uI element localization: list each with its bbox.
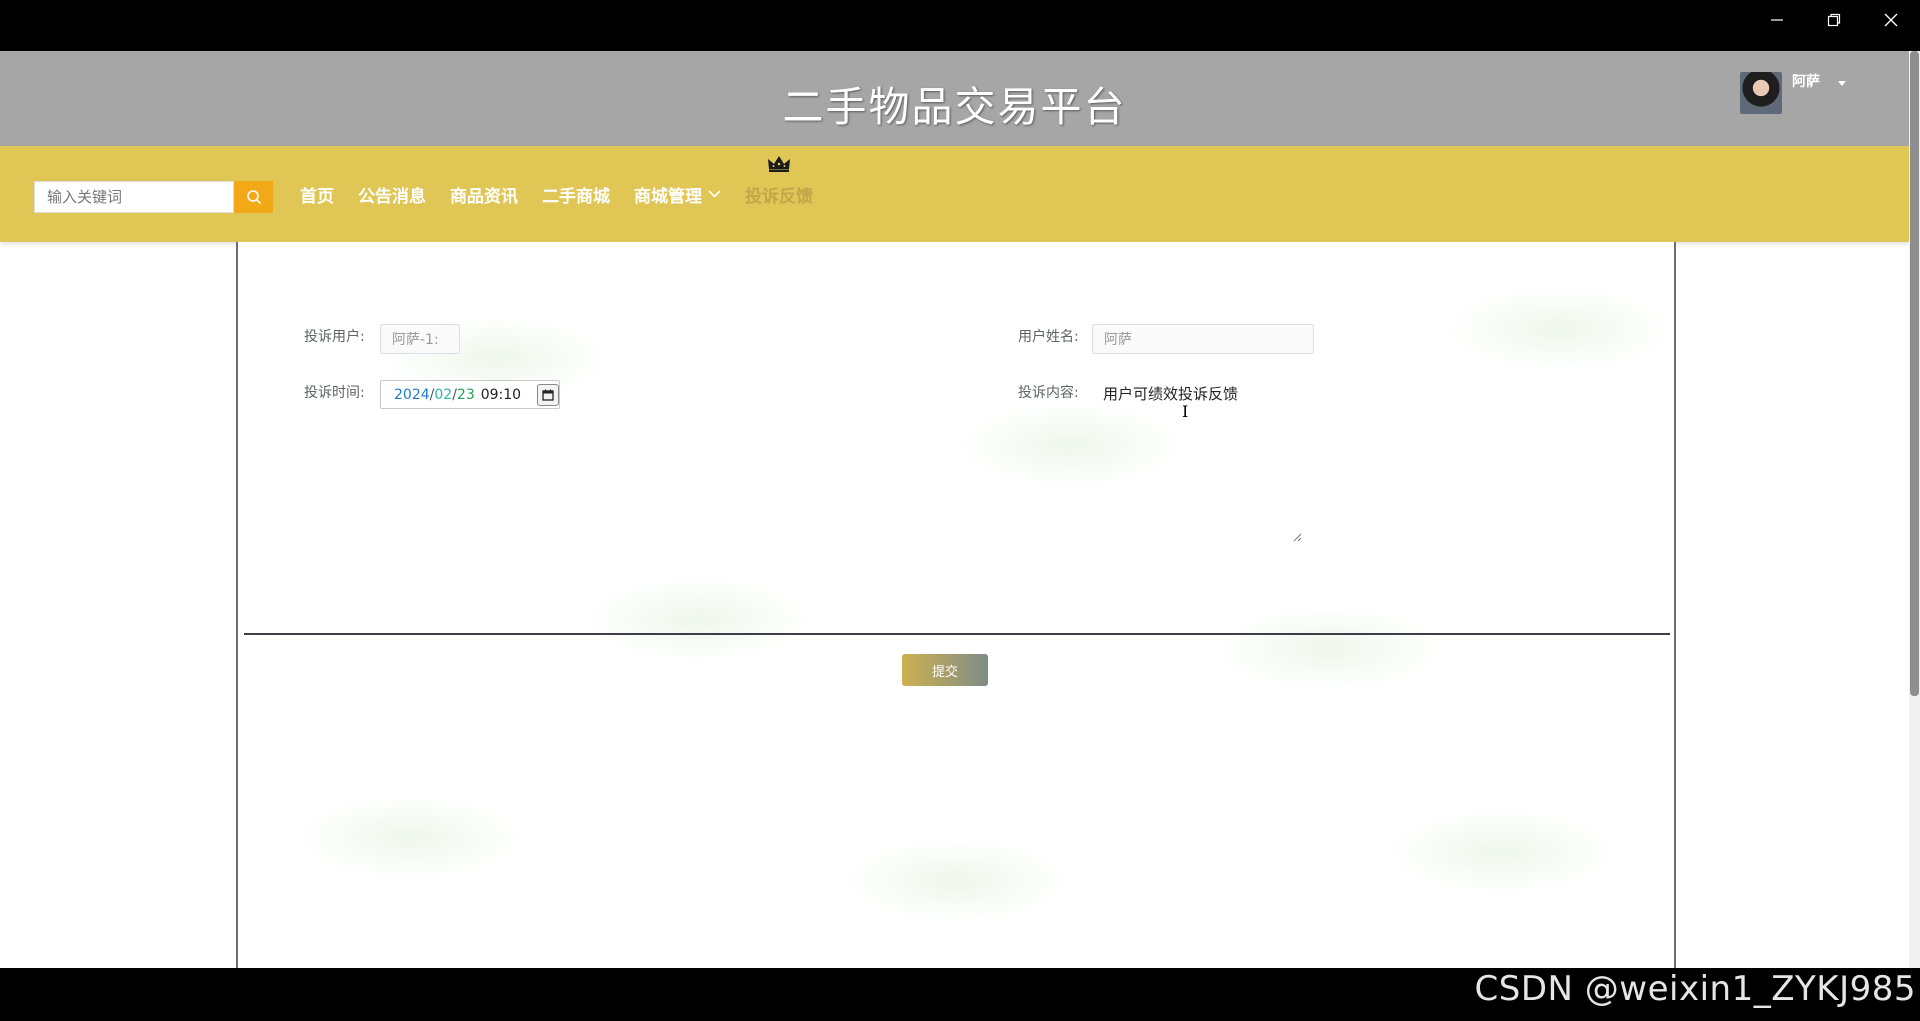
page-viewport: 二手物品交易平台 阿萨 首页 公告消息 商品资讯 二手商城 商城管理 投诉反馈 — [0, 51, 1920, 968]
site-title: 二手物品交易平台 — [782, 83, 1127, 131]
resize-handle-icon[interactable] — [1292, 532, 1302, 542]
minimize-icon[interactable] — [1757, 8, 1797, 32]
complaint-time-input[interactable]: 2024/02/23 09:10 — [380, 380, 560, 409]
search-input[interactable] — [34, 181, 234, 213]
nav-item-label: 商城管理 — [634, 186, 702, 207]
user-menu[interactable]: 阿萨 — [1740, 72, 1846, 114]
site-header: 二手物品交易平台 阿萨 — [0, 51, 1909, 146]
nav-menu: 首页 公告消息 商品资讯 二手商城 商城管理 投诉反馈 — [288, 146, 825, 242]
crown-icon — [768, 155, 790, 172]
date-time[interactable]: 09:10 — [481, 387, 521, 403]
search-button[interactable] — [234, 181, 273, 213]
complaint-time-label: 投诉时间: — [304, 385, 365, 401]
nav-item-product-news[interactable]: 商品资讯 — [450, 182, 518, 207]
date-month[interactable]: 02 — [434, 387, 452, 403]
nav-item-label: 公告消息 — [358, 186, 426, 207]
complaint-user-label: 投诉用户: — [304, 329, 365, 345]
text-cursor-icon: I — [1182, 402, 1189, 421]
calendar-icon[interactable] — [537, 383, 559, 406]
nav-item-label: 首页 — [300, 186, 334, 207]
page-scrollbar[interactable] — [1909, 51, 1920, 968]
scrollbar-thumb[interactable] — [1910, 51, 1919, 696]
nav-item-announcements[interactable]: 公告消息 — [358, 182, 426, 207]
csdn-watermark: CSDN @weixin1_ZYKJ985 — [1474, 969, 1916, 1009]
nav-item-mall-management[interactable]: 商城管理 — [634, 182, 721, 207]
user-name-label: 用户姓名: — [1018, 329, 1079, 345]
complaint-content-label: 投诉内容: — [1018, 385, 1079, 401]
caret-down-icon — [1838, 80, 1846, 86]
user-name-field[interactable]: 阿萨 — [1092, 324, 1314, 354]
nav-item-label: 商品资讯 — [450, 186, 518, 207]
chevron-down-icon — [708, 190, 721, 198]
nav-bar: 首页 公告消息 商品资讯 二手商城 商城管理 投诉反馈 — [0, 146, 1909, 242]
form-divider — [244, 633, 1670, 635]
restore-icon[interactable] — [1814, 8, 1854, 32]
nav-item-secondhand-mall[interactable]: 二手商城 — [542, 182, 610, 207]
search-icon — [246, 190, 261, 205]
window-titlebar — [0, 0, 1920, 51]
avatar — [1740, 72, 1782, 114]
date-year[interactable]: 2024 — [394, 387, 430, 403]
close-icon[interactable] — [1871, 8, 1911, 32]
nav-item-complaint-feedback[interactable]: 投诉反馈 — [745, 155, 813, 207]
submit-button[interactable]: 提交 — [902, 654, 988, 686]
nav-item-label: 二手商城 — [542, 186, 610, 207]
complaint-form-panel: 投诉用户: 阿萨-1: 用户姓名: 阿萨 投诉时间: 2024/02/23 09:… — [236, 242, 1676, 968]
date-day[interactable]: 23 — [457, 387, 475, 403]
complaint-user-field[interactable]: 阿萨-1: — [380, 324, 460, 354]
user-name: 阿萨 — [1792, 74, 1820, 90]
complaint-content-textarea[interactable]: 用户可绩效投诉反馈 — [1092, 380, 1314, 530]
nav-item-home[interactable]: 首页 — [300, 182, 334, 207]
nav-item-label: 投诉反馈 — [745, 186, 813, 207]
